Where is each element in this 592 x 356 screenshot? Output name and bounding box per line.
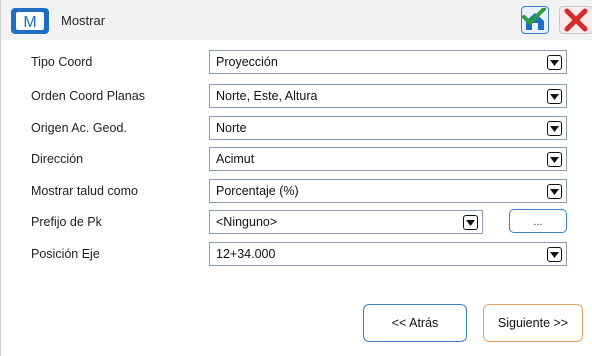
origen-value: Norte [216,121,247,135]
direccion-select[interactable]: Acimut [209,147,567,171]
chevron-down-icon[interactable] [547,121,562,136]
posicion-eje-label: Posición Eje [31,247,100,261]
orden-coord-value: Norte, Este, Altura [216,89,318,103]
posicion-eje-select[interactable]: 12+34.000 [209,242,567,266]
prefijo-pk-label: Prefijo de Pk [31,215,102,229]
talud-select[interactable]: Porcentaje (%) [209,179,567,203]
chevron-down-icon[interactable] [547,55,562,70]
app-logo-icon: M [11,8,49,34]
origen-select[interactable]: Norte [209,116,567,140]
prefijo-pk-select[interactable]: <Ninguno> [209,210,483,234]
svg-text:M: M [23,14,36,31]
home-check-icon [522,8,546,30]
close-icon [564,8,588,32]
orden-coord-label: Orden Coord Planas [31,89,145,103]
talud-value: Porcentaje (%) [216,184,299,198]
direccion-value: Acimut [216,152,255,166]
settings-window: M Mostrar Tipo Coord Proyección Orden Co… [0,0,592,356]
next-button[interactable]: Siguiente >> [483,304,583,342]
orden-coord-select[interactable]: Norte, Este, Altura [209,84,567,108]
direccion-label: Dirección [31,152,84,166]
chevron-down-icon[interactable] [463,215,478,230]
chevron-down-icon[interactable] [547,152,562,167]
accept-button[interactable] [521,6,549,34]
chevron-down-icon[interactable] [547,184,562,199]
back-button[interactable]: << Atrás [363,304,467,342]
origen-label: Origen Ac. Geod. [31,121,127,135]
title-bar: M Mostrar [1,0,592,40]
talud-label: Mostrar talud como [31,184,138,198]
tipo-coord-value: Proyección [216,55,278,69]
prefijo-pk-browse-button[interactable]: ... [509,209,567,233]
prefijo-pk-value: <Ninguno> [216,215,278,229]
cancel-button[interactable] [559,6,592,34]
tipo-coord-select[interactable]: Proyección [209,50,567,74]
chevron-down-icon[interactable] [547,247,562,262]
posicion-eje-value: 12+34.000 [216,247,276,261]
window-title: Mostrar [61,13,106,28]
tipo-coord-label: Tipo Coord [31,55,93,69]
chevron-down-icon[interactable] [547,89,562,104]
